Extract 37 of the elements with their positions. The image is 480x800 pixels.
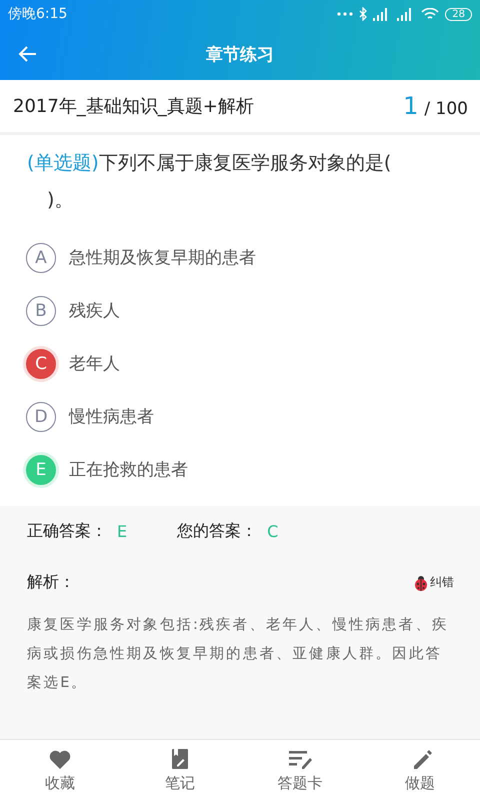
tab-button[interactable]: 笔记 (120, 740, 240, 800)
ladybug-icon (413, 574, 429, 590)
option-text: 急性期及恢复早期的患者 (69, 247, 256, 269)
tab-button[interactable]: 答题卡 (240, 740, 360, 800)
page-title: 章节练习 (206, 44, 274, 64)
option-letter: D (26, 402, 56, 432)
option-letter: B (26, 296, 56, 326)
analysis-text: 康复医学服务对象包括:残疾者、老年人、慢性病患者、疾病或损伤急性期及恢复早期的患者、亚健康人群。因此答案选E。 (27, 616, 450, 693)
battery-indicator: 28 (445, 8, 472, 20)
more-icon (337, 12, 354, 16)
bluetooth-icon (359, 7, 368, 21)
answer-option[interactable]: C 老年人 (26, 337, 480, 390)
analysis-title: 解析： (27, 572, 75, 593)
wifi-icon (421, 8, 440, 20)
option-letter: C (26, 348, 56, 378)
tab-button[interactable]: 收藏 (0, 740, 120, 800)
option-text: 残疾人 (69, 300, 120, 322)
status-time: 傍晚6:15 (8, 5, 68, 23)
answer-option[interactable]: A 急性期及恢复早期的患者 (26, 231, 480, 284)
current-number: 1 (403, 92, 418, 120)
your-answer-label: 您的答案： (177, 520, 258, 542)
option-text: 老年人 (69, 353, 120, 375)
option-text: 正在抢救的患者 (69, 459, 188, 481)
report-error-button[interactable]: 纠错 (413, 574, 454, 591)
paper-title: 2017年_基础知识_真题+解析 (13, 95, 254, 118)
total-count: / 100 (424, 99, 468, 119)
option-text: 慢性病患者 (69, 406, 154, 428)
question-text: (单选题)下列不属于康复医学服务对象的是( )。 (26, 151, 392, 213)
correct-answer-label: 正确答案： (27, 520, 107, 542)
answer-option[interactable]: D 慢性病患者 (26, 390, 480, 443)
tab-button[interactable]: 做题 (360, 740, 480, 800)
answer-option[interactable]: E 正在抢救的患者 (26, 443, 480, 496)
correct-answer-value: E (117, 522, 128, 540)
option-letter: A (26, 242, 56, 272)
option-letter: E (26, 454, 56, 484)
your-answer-value: C (267, 522, 278, 540)
answer-option[interactable]: B 残疾人 (26, 284, 480, 337)
